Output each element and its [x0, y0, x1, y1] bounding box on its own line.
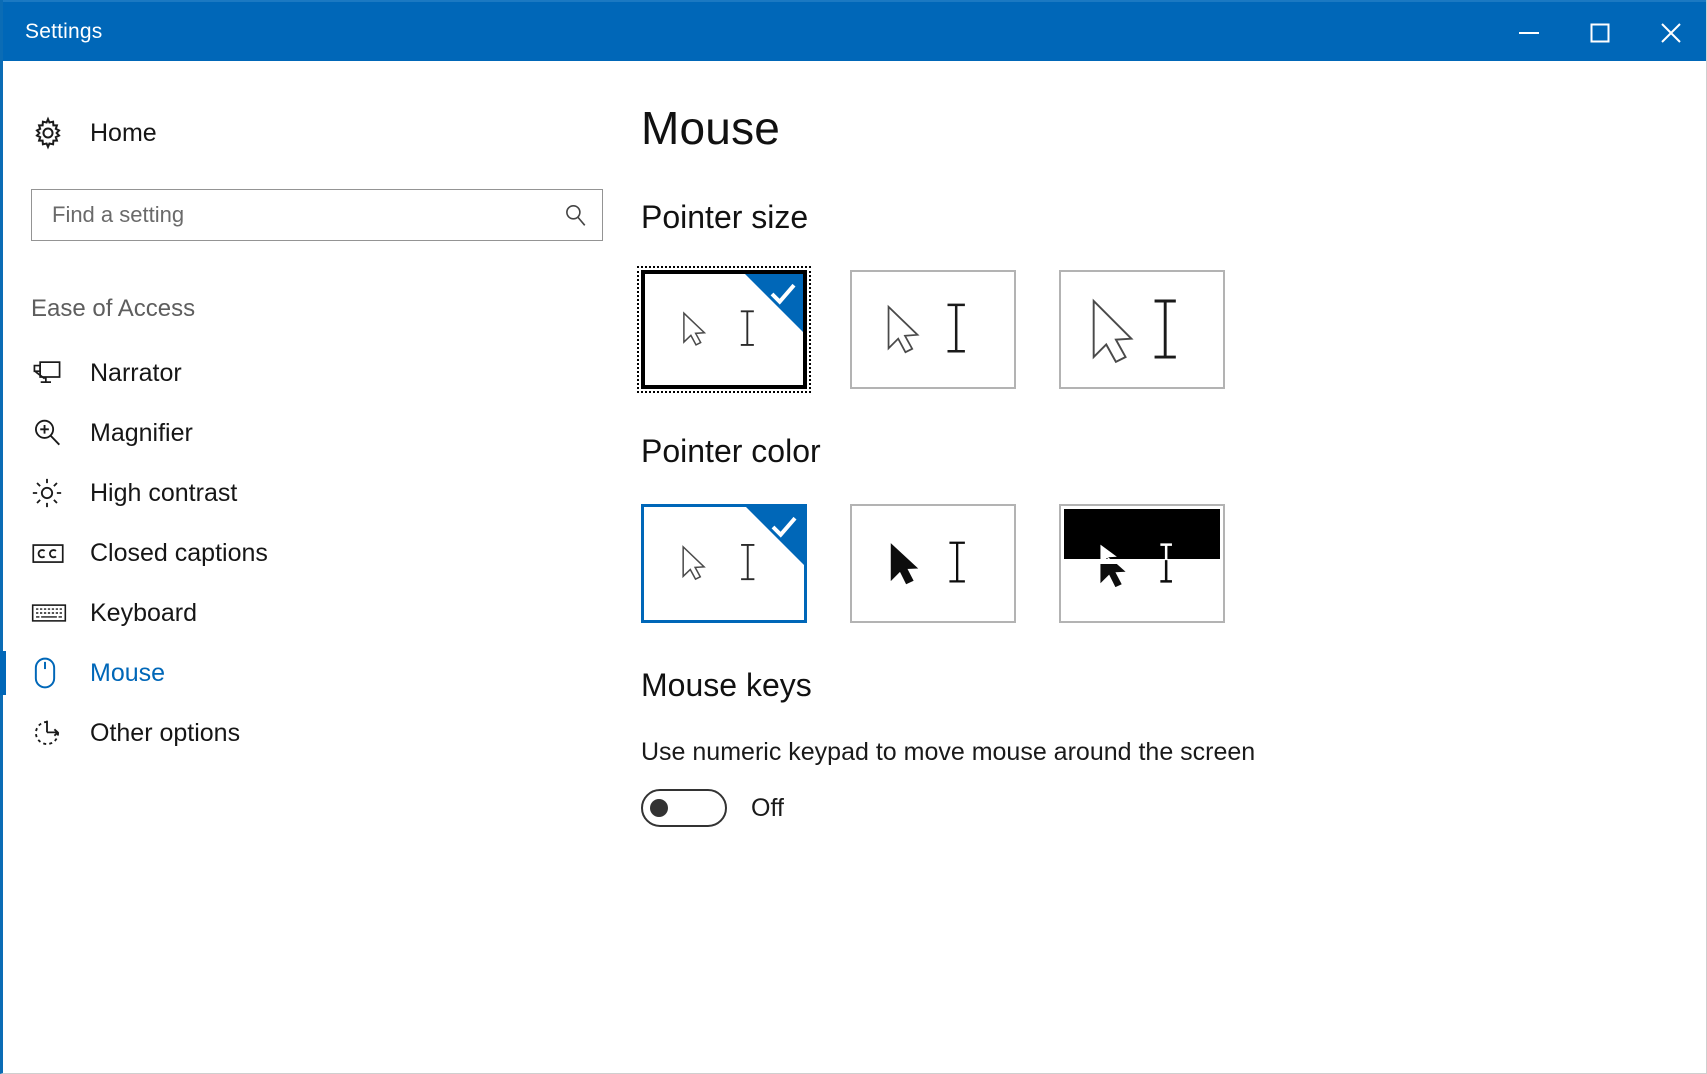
pointer-size-title: Pointer size [641, 199, 809, 235]
sidebar-item-magnifier[interactable]: Magnifier [3, 403, 631, 463]
pointer-size-group: Pointer size [637, 199, 1706, 393]
keyboard-icon [31, 601, 73, 625]
page-title: Mouse [641, 102, 781, 154]
sidebar-item-label: Narrator [90, 358, 182, 387]
sidebar-item-home[interactable]: Home [3, 103, 631, 163]
sidebar-item-narrator[interactable]: Narrator [3, 343, 631, 403]
search-input[interactable] [52, 202, 562, 228]
maximize-icon [1590, 23, 1609, 42]
sidebar-item-label: High contrast [90, 478, 238, 507]
mouse-keys-group: Mouse keys Use numeric keypad to move mo… [641, 667, 1706, 827]
pointer-size-options [637, 266, 1706, 393]
close-icon [1660, 22, 1681, 43]
other-options-icon [31, 717, 73, 749]
sidebar-item-high-contrast[interactable]: High contrast [3, 463, 631, 523]
search-icon[interactable] [562, 202, 588, 228]
maximize-button[interactable] [1564, 2, 1635, 63]
sidebar-item-label: Magnifier [90, 418, 193, 447]
gear-icon [31, 116, 73, 150]
mouse-icon [31, 656, 73, 690]
mouse-keys-description: Use numeric keypad to move mouse around … [641, 738, 1256, 766]
sidebar-item-closed-captions[interactable]: Closed captions [3, 523, 631, 583]
close-button[interactable] [1635, 2, 1706, 63]
sidebar-item-label: Other options [90, 718, 241, 747]
narrator-icon [31, 358, 73, 388]
toggle-knob [650, 799, 668, 817]
pointer-color-group: Pointer color [641, 433, 1706, 623]
pointer-color-title: Pointer color [641, 433, 821, 469]
sidebar-item-label: Mouse [90, 658, 166, 687]
window-body: Home Ease of Access [0, 61, 1706, 1071]
sidebar-section-label: Ease of Access [31, 295, 196, 322]
pointer-size-option-small[interactable] [637, 266, 811, 393]
title-bar: Settings [3, 0, 1706, 61]
mouse-keys-toggle-state: Off [751, 793, 784, 822]
search-container [3, 189, 631, 241]
closed-captions-icon [31, 540, 73, 566]
pointer-size-option-large[interactable] [1059, 270, 1225, 389]
mouse-keys-toggle[interactable] [641, 789, 727, 827]
pointer-size-option-medium[interactable] [850, 270, 1016, 389]
cursor-preview-white [682, 544, 755, 581]
sidebar-item-label: Keyboard [90, 598, 198, 627]
main-content: Mouse Pointer size Pointer color Mouse k… [631, 61, 1706, 1071]
cursor-preview-large [1092, 298, 1176, 364]
minimize-button[interactable] [1493, 2, 1564, 63]
cursor-preview-black [890, 541, 965, 585]
search-box[interactable] [31, 189, 603, 241]
caption-buttons [1493, 2, 1706, 63]
magnifier-icon [31, 417, 73, 449]
sidebar-item-label: Closed captions [90, 538, 268, 567]
cursor-preview-small [683, 310, 754, 346]
pointer-color-option-inverted[interactable] [1059, 504, 1225, 623]
sidebar-item-home-label: Home [90, 118, 157, 147]
cursor-preview-inverted [1100, 543, 1172, 588]
minimize-icon [1518, 31, 1539, 34]
settings-window: Settings Home Find a setting Ease of Acc… [0, 0, 1707, 1074]
mouse-keys-toggle-row: Off [641, 789, 1706, 827]
high-contrast-icon [31, 477, 73, 509]
pointer-color-option-black[interactable] [850, 504, 1016, 623]
cursor-preview-medium [887, 303, 965, 354]
window-title: Settings [25, 19, 103, 43]
sidebar-item-mouse[interactable]: Mouse [0, 643, 631, 703]
mouse-keys-title: Mouse keys [641, 667, 812, 703]
sidebar-item-keyboard[interactable]: Keyboard [3, 583, 631, 643]
pointer-color-option-white[interactable] [641, 504, 807, 623]
sidebar-item-other-options[interactable]: Other options [3, 703, 631, 763]
pointer-color-options [641, 504, 1706, 623]
sidebar: Home Ease of Access [0, 61, 631, 1071]
